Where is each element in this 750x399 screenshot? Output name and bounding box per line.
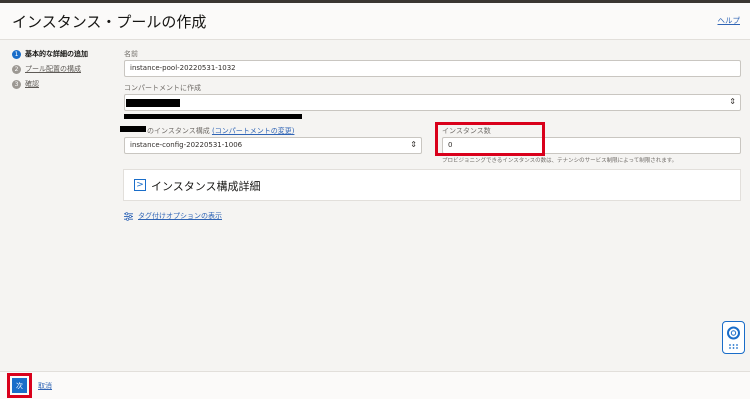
redacted-block bbox=[126, 99, 180, 107]
name-label: 名前 bbox=[124, 50, 138, 58]
page-header: インスタンス・プールの作成 ヘルプ bbox=[0, 3, 750, 40]
tag-options-toggle[interactable]: タグ付けオプションの表示 bbox=[124, 211, 222, 221]
lifebuoy-icon bbox=[727, 326, 740, 349]
page-footer: 次 取消 bbox=[0, 371, 750, 399]
compartment-label: コンパートメントに作成 bbox=[124, 84, 201, 92]
name-input[interactable]: instance-pool-20220531-1032 bbox=[124, 60, 741, 77]
step-number: 3 bbox=[12, 79, 21, 89]
cancel-link[interactable]: 取消 bbox=[38, 381, 52, 391]
redacted-block bbox=[120, 126, 146, 132]
chevron-right-icon[interactable]: > bbox=[134, 179, 146, 191]
instance-config-value: instance-config-20220531-1006 bbox=[130, 141, 243, 149]
highlight-box bbox=[7, 373, 32, 398]
sliders-icon bbox=[124, 211, 133, 221]
page-title: インスタンス・プールの作成 bbox=[12, 13, 207, 31]
step-label: 基本的な詳細の追加 bbox=[25, 50, 88, 58]
step-number: 2 bbox=[12, 64, 21, 74]
panel-title: インスタンス構成詳細 bbox=[151, 180, 261, 193]
help-widget-button[interactable] bbox=[722, 321, 745, 354]
step-basic-details[interactable]: 1 基本的な詳細の追加 bbox=[12, 48, 88, 60]
step-pool-placement[interactable]: 2 プール配置の構成 bbox=[12, 63, 88, 75]
step-review[interactable]: 3 確認 bbox=[12, 78, 88, 90]
chevron-up-down-icon: ⇕ bbox=[729, 97, 736, 106]
instance-count-help: プロビジョニングできるインスタンスの数は、テナンシのサービス制限によって制限され… bbox=[442, 158, 678, 164]
help-link[interactable]: ヘルプ bbox=[718, 15, 741, 26]
redacted-block bbox=[124, 114, 302, 119]
highlight-box bbox=[435, 122, 545, 156]
change-compartment-link[interactable]: (コンパートメントの変更) bbox=[212, 127, 294, 135]
config-label: のインスタンス構成 (コンパートメントの変更) bbox=[147, 126, 294, 136]
instance-config-select[interactable]: instance-config-20220531-1006 ⇕ bbox=[124, 137, 422, 154]
config-label-text: のインスタンス構成 bbox=[147, 127, 210, 135]
step-number: 1 bbox=[12, 49, 21, 59]
tag-options-label: タグ付けオプションの表示 bbox=[138, 212, 222, 220]
step-label: プール配置の構成 bbox=[25, 65, 81, 73]
wizard-steps: 1 基本的な詳細の追加 2 プール配置の構成 3 確認 bbox=[12, 48, 88, 93]
step-label: 確認 bbox=[25, 80, 39, 88]
compartment-select[interactable]: ⇕ bbox=[124, 94, 741, 111]
chevron-up-down-icon: ⇕ bbox=[410, 140, 417, 149]
instance-config-details-panel[interactable]: > インスタンス構成詳細 bbox=[123, 169, 741, 201]
